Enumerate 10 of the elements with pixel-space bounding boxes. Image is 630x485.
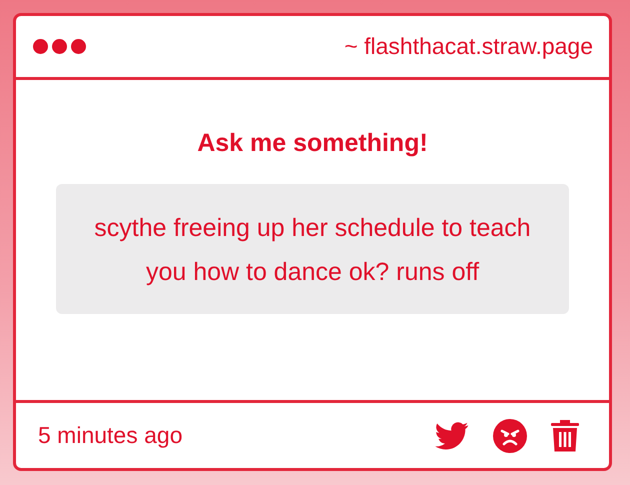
trash-icon[interactable] <box>551 420 579 452</box>
bird-icon[interactable] <box>435 422 469 450</box>
window-dot <box>71 39 86 54</box>
timestamp: 5 minutes ago <box>38 421 182 450</box>
window-dot <box>33 39 48 54</box>
question-text: scythe freeing up her schedule to teach you how to dance ok? runs off <box>56 184 569 314</box>
angry-face-icon[interactable] <box>493 418 527 452</box>
page-url: ~ flashthacat.straw.page <box>344 32 593 62</box>
prompt-heading: Ask me something! <box>197 128 428 158</box>
window-dot <box>52 39 67 54</box>
